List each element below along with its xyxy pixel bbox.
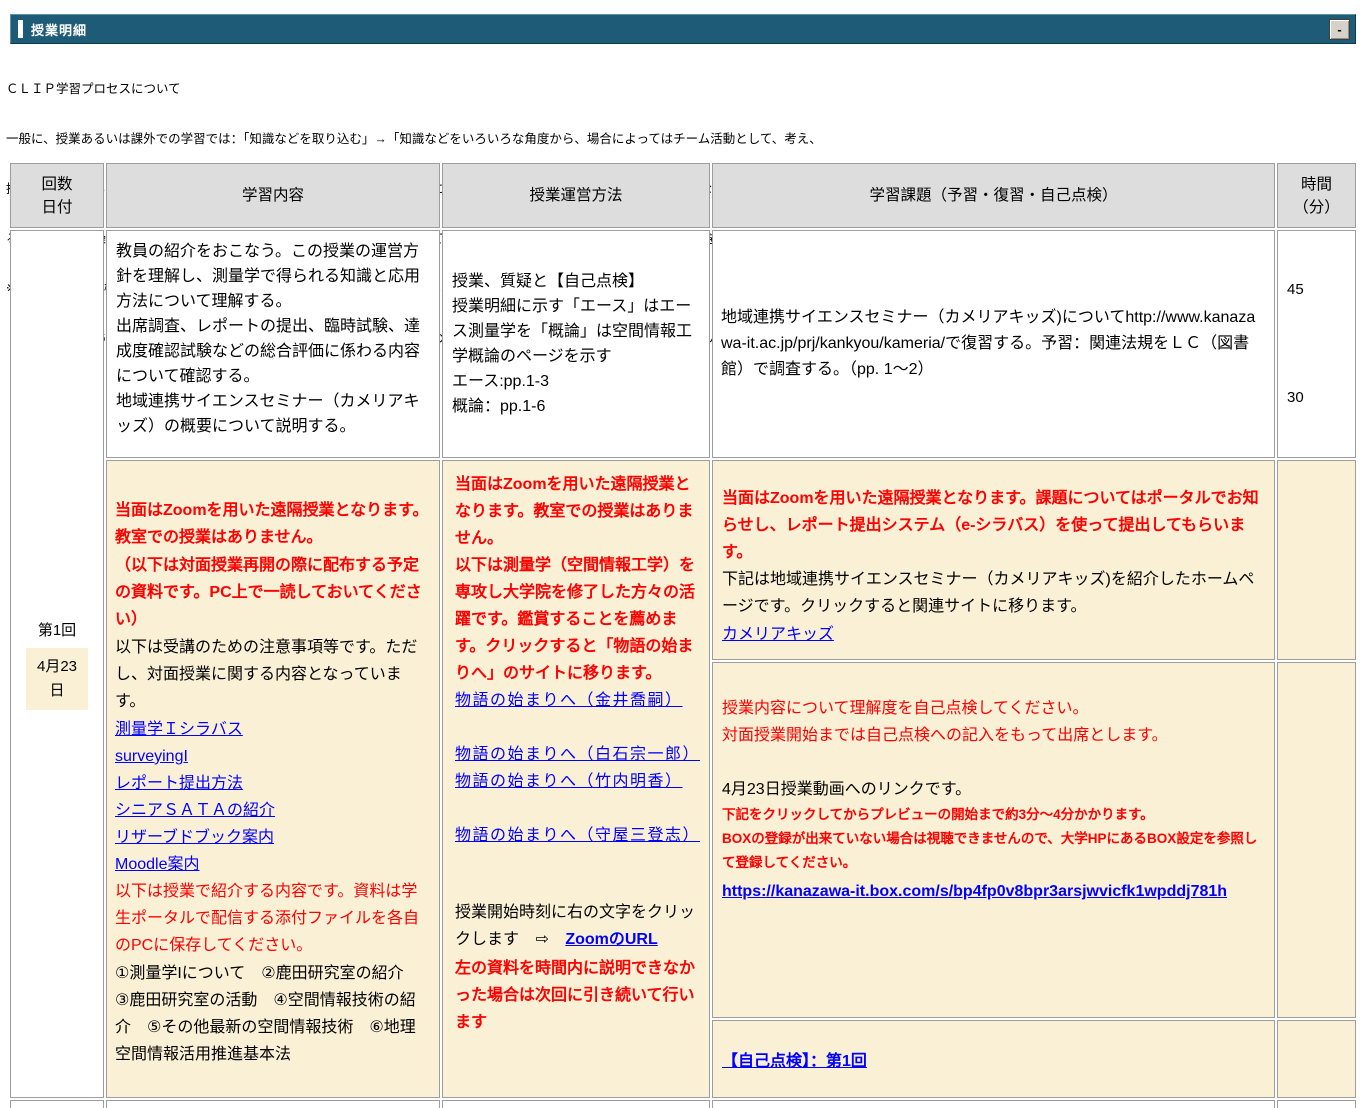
task2-preview-warning: 下記をクリックしてからプレビューの開始まで約3分～4分かかります。 [722, 803, 1265, 827]
learning-content-p2: 出席調査、レポートの提出、臨時試験、達成度確認試験などの総合評価に係わる内容につ… [116, 314, 430, 389]
class-method-p3: エース:pp.1-3 [452, 369, 700, 394]
learning-content-cell: 教員の紹介をおこなう。この授業の運営方針を理解し、測量学で得られる知識と応用方法… [106, 230, 440, 458]
header-session-date: 回数 日付 [10, 163, 104, 228]
header-date-label: 日付 [41, 196, 72, 219]
link-self-check-round1[interactable]: 【自己点検】：第1回 [722, 1047, 867, 1071]
content-note-precautions: 以下は受講のための注意事項等です。ただし、対面授業に関する内容となっています。 [115, 634, 431, 715]
method-note-alumni-intro: 以下は測量学（空間情報工学）を専攻し大学院を修了した方々の活躍です。鑑賞すること… [455, 552, 697, 687]
learning-content-p3: 地域連携サイエンスセミナー（カメリアキッズ）の概要について説明する。 [116, 389, 430, 439]
syllabus-page: 授業明細 - ＣＬＩＰ学習プロセスについて 一般に、授業あるいは課外での学習では… [0, 0, 1366, 1108]
time-empty-cell-3 [1277, 1020, 1356, 1098]
header-assignments: 学習課題（予習・復習・自己点検） [712, 163, 1275, 228]
next-row-stub-cell [442, 1100, 710, 1108]
task2-selfcheck-note1: 授業内容について理解度を自己点検してください。 [722, 695, 1265, 722]
assignment-box3-cell: 【自己点検】：第1回 [712, 1020, 1275, 1098]
task1-zoom-warning: 当面はZoomを用いた遠隔授業となります。課題についてはポータルでお知らせし、レ… [722, 485, 1265, 566]
task2-box-registration-warning: BOXの登録が出来ていない場合は視聴できませんので、大学HPにあるBOX設定を参… [722, 827, 1265, 875]
content-note-topics-list: ①測量学Iについて ②鹿田研究室の紹介 ③鹿田研究室の活動 ④空間情報技術の紹介… [115, 960, 431, 1068]
window-titlebar: 授業明細 - [10, 14, 1356, 44]
assignment-box1-cell: 当面はZoomを用いた遠隔授業となります。課題についてはポータルでお知らせし、レ… [712, 460, 1275, 660]
session-date-badge: 4月23 日 [26, 648, 88, 710]
time-review-minutes: 45 [1287, 281, 1304, 298]
session-date-day-suffix: 日 [26, 679, 88, 703]
method-note-zoom-warning: 当面はZoomを用いた遠隔授業となります。教室での授業はありません。 [455, 471, 697, 552]
method-note-carryover: 左の資料を時間内に説明できなかった場合は次回に引き続いて行います [455, 955, 697, 1036]
header-time-unit-label: （分） [1293, 196, 1340, 219]
class-method-notes-cell: 当面はZoomを用いた遠隔授業となります。教室での授業はありません。 以下は測量… [442, 460, 710, 1098]
next-row-stub-cell [106, 1100, 440, 1108]
intro-line-1: ＣＬＩＰ学習プロセスについて [6, 81, 842, 98]
assignment-box2-cell: 授業内容について理解度を自己点検してください。 対面授業開始までは自己点検への記… [712, 662, 1275, 1018]
link-box-video-url[interactable]: https://kanazawa-it.box.com/s/bp4fp0v8bp… [722, 878, 1265, 905]
header-class-method-label: 授業運営方法 [529, 184, 622, 207]
task1-homepage-intro: 下記は地域連携サイエンスセミナー（カメリアキッズ)を紹介したホームページです。ク… [722, 566, 1265, 620]
link-story-takeuchi[interactable]: 物語の始まりへ（竹内明香） [455, 768, 697, 795]
titlebar-accent-icon [18, 20, 23, 38]
header-assignments-label: 学習課題（予習・復習・自己点検） [869, 184, 1117, 207]
learning-content-p1: 教員の紹介をおこなう。この授業の運営方針を理解し、測量学で得られる知識と応用方法… [116, 239, 430, 314]
next-row-stub-cell [712, 1100, 1275, 1108]
method-note-zoom-instruction: 授業開始時刻に右の文字をクリックします ⇨ ZoomのURL [455, 899, 697, 953]
link-reserved-book[interactable]: リザーブドブック案内 [115, 824, 431, 851]
session-number: 第1回 [38, 619, 76, 640]
next-row-stub-cell [1277, 1100, 1356, 1108]
time-cell: 45 30 [1277, 230, 1356, 458]
content-note-material-warning: （以下は対面授業再開の際に配布する予定の資料です。PC上で一読しておいてください… [115, 552, 431, 633]
header-time: 時間 （分） [1277, 163, 1356, 228]
header-learning-content: 学習内容 [106, 163, 440, 228]
minimize-button[interactable]: - [1329, 19, 1350, 40]
link-story-shiraishi[interactable]: 物語の始まりへ（白石宗一郎） [455, 741, 697, 768]
next-row-stub-cell [10, 1100, 104, 1108]
class-method-p4: 概論：pp.1-6 [452, 394, 700, 419]
link-senior-sata[interactable]: シニアＳＡＴＡの紹介 [115, 797, 431, 824]
header-session-label: 回数 [41, 173, 72, 196]
link-moodle-guide[interactable]: Moodle案内 [115, 851, 431, 878]
session-date-month-day: 4月23 [26, 655, 88, 679]
time-empty-cell-2 [1277, 662, 1356, 1018]
assignment-text: 地域連携サイエンスセミナー（カメリアキッズ)についてhttp://www.kan… [721, 305, 1266, 383]
header-learning-content-label: 学習内容 [242, 184, 304, 207]
link-surveying-1[interactable]: surveyingI [115, 743, 431, 770]
task2-selfcheck-note2: 対面授業開始までは自己点検への記入をもって出席とします。 [722, 722, 1265, 749]
content-note-zoom-warning: 当面はZoomを用いた遠隔授業となります。教室での授業はありません。 [115, 497, 431, 551]
task2-video-link-intro: 4月23日授業動画へのリンクです。 [722, 776, 1265, 803]
right-arrow-icon: ⇨ [535, 931, 548, 948]
class-method-p2: 授業明細に示す「エース」はエース測量学を「概論」は空間情報工学概論のページを示す [452, 294, 700, 369]
window-title: 授業明細 [31, 20, 87, 39]
link-report-submission[interactable]: レポート提出方法 [115, 770, 431, 797]
time-prep-minutes: 30 [1287, 389, 1304, 406]
link-surveying-syllabus[interactable]: 測量学Ｉシラバス [115, 716, 431, 743]
intro-line-2: 一般に、授業あるいは課外での学習では：「知識などを取り込む」→「知識などをいろい… [6, 131, 842, 148]
session-number-cell: 第1回 4月23 日 [10, 230, 104, 1098]
class-method-p1: 授業、質疑と【自己点検】 [452, 269, 700, 294]
learning-content-notes-cell: 当面はZoomを用いた遠隔授業となります。教室での授業はありません。 （以下は対… [106, 460, 440, 1098]
link-story-moriya[interactable]: 物語の始まりへ（守屋三登志） [455, 822, 697, 849]
assignment-cell: 地域連携サイエンスセミナー（カメリアキッズ)についてhttp://www.kan… [712, 230, 1275, 458]
class-method-cell: 授業、質疑と【自己点検】 授業明細に示す「エース」はエース測量学を「概論」は空間… [442, 230, 710, 458]
header-class-method: 授業運営方法 [442, 163, 710, 228]
link-story-kanai[interactable]: 物語の始まりへ（金井喬嗣） [455, 687, 697, 714]
link-camellia-kids[interactable]: カメリアキッズ [722, 621, 834, 648]
time-empty-cell-1 [1277, 460, 1356, 660]
content-note-save-files: 以下は授業で紹介する内容です。資料は学生ポータルで配信する添付ファイルを各自のP… [115, 878, 431, 959]
syllabus-table: 回数 日付 学習内容 授業運営方法 学習課題（予習・復習・自己点検） 時間 （分… [10, 163, 1356, 1108]
link-zoom-url[interactable]: ZoomのURL [565, 931, 657, 948]
header-time-label: 時間 [1301, 173, 1332, 196]
